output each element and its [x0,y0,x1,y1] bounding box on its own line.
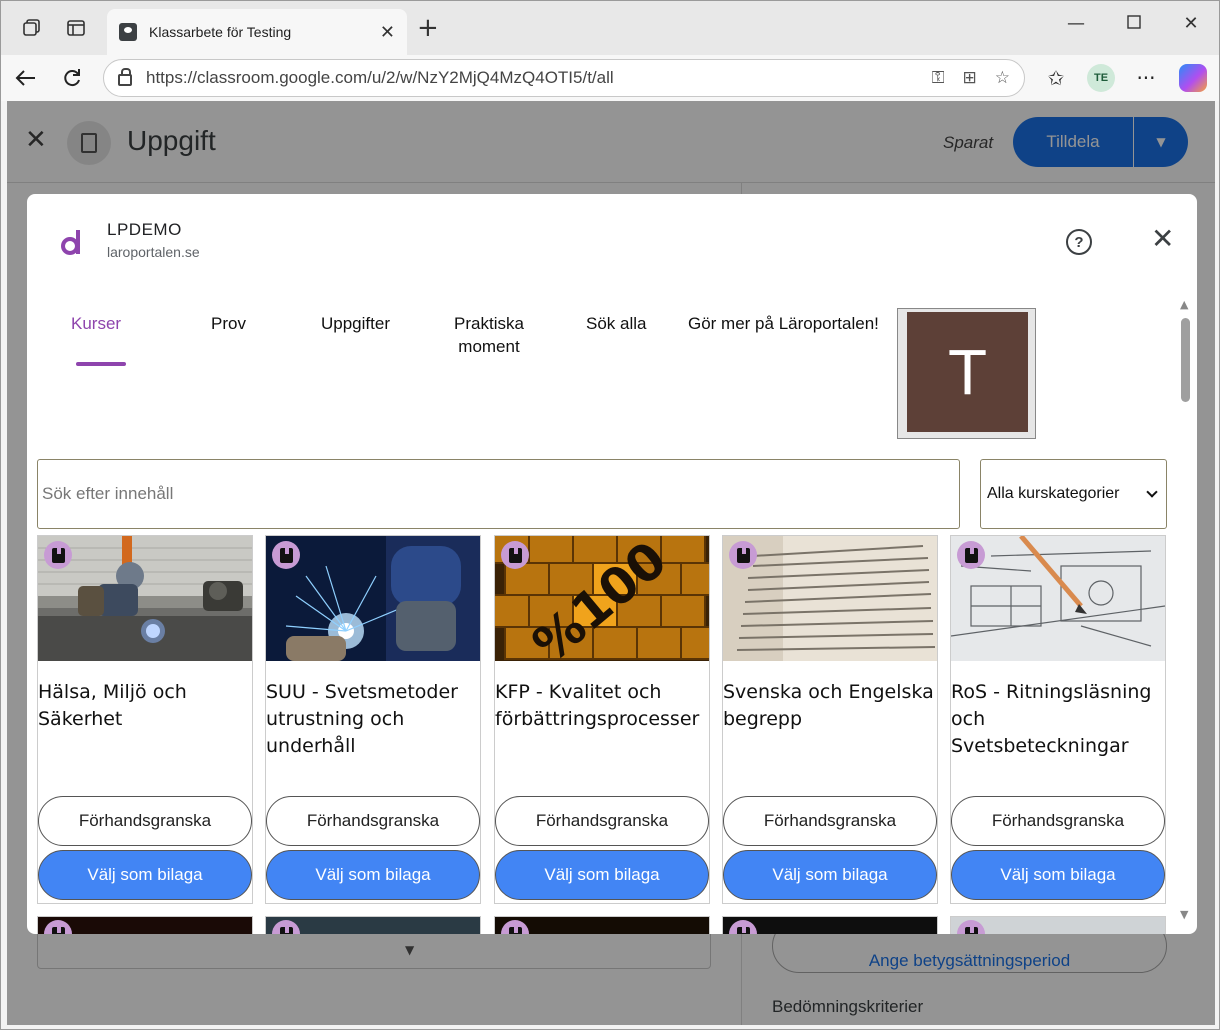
lock-icon[interactable] [118,68,132,86]
course-bookmark-icon [501,920,529,934]
laroportalen-logo-icon [61,230,80,255]
course-card: SUU - Svetsmetoder utrustning och underh… [265,535,481,904]
course-bookmark-icon [957,920,985,934]
tab-strip: Klassarbete för Testing ✕ + — ✕ [1,1,1219,55]
course-card-partial [950,916,1166,934]
tab-actions-icon[interactable] [63,15,89,41]
user-avatar[interactable]: T [907,312,1028,432]
favorite-star-icon[interactable]: ☆ [995,68,1010,88]
tab-close-icon[interactable]: ✕ [380,22,395,43]
course-bookmark-icon [44,920,72,934]
course-title: SUU - Svetsmetoder utrustning och underh… [266,681,458,757]
tab-prov[interactable]: Prov [211,312,246,335]
course-title: Hälsa, Miljö och Säkerhet [38,681,187,730]
help-icon[interactable]: ? [1066,229,1092,255]
course-title: Svenska och Engelska begrepp [723,681,934,730]
more-menu-icon[interactable]: ··· [1131,63,1161,93]
attach-button[interactable]: Välj som bilaga [266,850,480,900]
course-card-partial [722,916,938,934]
course-card: Hälsa, Miljö och Säkerhet Förhandsgransk… [37,535,253,904]
category-select-value: Alla kurskategorier [987,485,1120,502]
preview-button[interactable]: Förhandsgranska [495,796,709,846]
tab-title: Klassarbete för Testing [149,24,292,40]
preview-button[interactable]: Förhandsgranska [38,796,252,846]
addon-dialog: LPDEMO laroportalen.se ? ✕ ▲ ▼ Kurser Pr… [27,194,1197,934]
browser-tab-active[interactable]: Klassarbete för Testing ✕ [107,9,407,55]
course-title: KFP - Kvalitet och förbättringsprocesser [495,681,700,730]
maximize-icon[interactable] [1119,13,1149,34]
url-text[interactable]: https://classroom.google.com/u/2/w/NzY2M… [146,68,914,88]
reload-icon[interactable] [57,63,87,93]
scroll-up-icon[interactable]: ▲ [1180,298,1188,311]
back-arrow-icon[interactable] [11,63,41,93]
active-tab-indicator [76,362,126,366]
course-card: RoS - Ritningsläsning och Svetsbetecknin… [950,535,1166,904]
course-card-partial [494,916,710,934]
extensions-icon[interactable]: ⊞ [963,68,977,88]
favorites-icon[interactable]: ✩ [1041,63,1071,93]
course-bookmark-icon [272,541,300,569]
content-search-input[interactable] [37,459,960,529]
attach-button[interactable]: Välj som bilaga [723,850,937,900]
copilot-icon[interactable] [1179,64,1207,92]
course-card: Svenska och Engelska begrepp Förhandsgra… [722,535,938,904]
course-bookmark-icon [501,541,529,569]
address-bar-row: https://classroom.google.com/u/2/w/NzY2M… [1,55,1219,101]
course-card-partial [37,916,253,934]
course-card-partial [265,916,481,934]
app-domain: laroportalen.se [107,244,200,260]
dialog-scrollbar[interactable]: ▲ ▼ [1177,294,1195,924]
browser-window: Klassarbete för Testing ✕ + — ✕ https://… [0,0,1220,1030]
tab-kurser[interactable]: Kurser [71,312,121,335]
scroll-down-icon[interactable]: ▼ [1180,908,1188,921]
app-name: LPDEMO [107,220,182,239]
course-title: RoS - Ritningsläsning och Svetsbetecknin… [951,681,1152,757]
minimize-icon[interactable]: — [1061,13,1091,34]
new-tab-icon[interactable]: + [417,15,439,41]
course-bookmark-icon [957,541,985,569]
user-avatar-frame[interactable]: T [897,308,1036,439]
preview-button[interactable]: Förhandsgranska [951,796,1165,846]
course-bookmark-icon [729,541,757,569]
workspaces-icon[interactable] [19,15,45,41]
attach-button[interactable]: Välj som bilaga [951,850,1165,900]
tab-uppgifter[interactable]: Uppgifter [321,312,390,335]
tab-sok-alla[interactable]: Sök alla [586,312,646,335]
dialog-close-icon[interactable]: ✕ [1151,224,1174,254]
course-bookmark-icon [272,920,300,934]
attach-button[interactable]: Välj som bilaga [495,850,709,900]
attach-button[interactable]: Välj som bilaga [38,850,252,900]
chevron-down-icon [1146,486,1158,498]
preview-button[interactable]: Förhandsgranska [723,796,937,846]
profile-avatar[interactable]: TE [1087,64,1115,92]
course-card: %100 KFP - Kvalitet och förbättringsproc… [494,535,710,904]
window-close-icon[interactable]: ✕ [1176,13,1206,34]
url-bar[interactable]: https://classroom.google.com/u/2/w/NzY2M… [103,59,1025,97]
course-bookmark-icon [729,920,757,934]
tab-gor-mer[interactable]: Gör mer på Läroportalen! [688,312,879,335]
scrollbar-thumb[interactable] [1181,318,1190,402]
classroom-favicon-icon [119,23,137,41]
preview-button[interactable]: Förhandsgranska [266,796,480,846]
key-icon[interactable]: ⚿ [932,68,945,88]
tab-praktiska-moment[interactable]: Praktiska moment [447,312,531,358]
course-bookmark-icon [44,541,72,569]
category-select[interactable]: Alla kurskategorier [980,459,1167,529]
